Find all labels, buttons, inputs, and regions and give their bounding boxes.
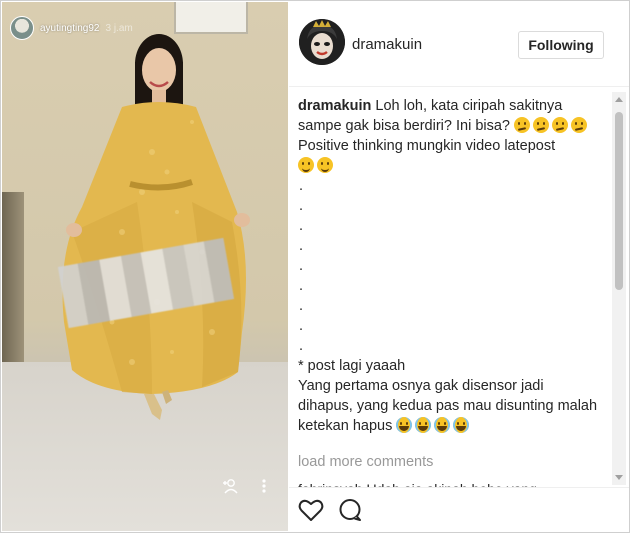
tears-of-joy-icon	[434, 417, 451, 433]
dot-line: .	[299, 178, 304, 194]
story-header: ayutingting92 3 j.am	[10, 16, 133, 40]
thinking-emoji-group	[514, 117, 590, 134]
dot-line: .	[299, 238, 304, 254]
joy-emoji-group	[396, 417, 472, 434]
thinking-face-icon	[552, 117, 569, 133]
following-button[interactable]: Following	[518, 31, 604, 59]
dot-line: .	[299, 298, 304, 314]
post-panel: dramakuin Following dramakuin Loh loh, k…	[289, 2, 629, 531]
scroll-down-icon[interactable]	[615, 475, 623, 480]
smiling-face-icon	[298, 157, 314, 173]
story-username[interactable]: ayutingting92	[40, 23, 100, 34]
story-controls	[222, 478, 266, 494]
tears-of-joy-icon	[415, 417, 432, 433]
load-more-comments-link[interactable]: load more comments	[298, 454, 433, 470]
heart-icon[interactable]	[298, 498, 324, 522]
post-window: ayutingting92 3 j.am dramakuin Following…	[0, 0, 630, 533]
comments-scrollbar[interactable]	[612, 92, 626, 485]
story-video[interactable]: ayutingting92 3 j.am	[2, 2, 288, 531]
dot-line: .	[299, 278, 304, 294]
dot-line: .	[299, 218, 304, 234]
dot-line: .	[299, 198, 304, 214]
smiling-face-icon	[317, 157, 333, 173]
tears-of-joy-icon	[453, 417, 470, 433]
comment-author[interactable]: dramakuin	[298, 98, 371, 114]
thinking-face-icon	[571, 117, 588, 133]
tears-of-joy-icon	[396, 417, 413, 433]
story-timestamp: 3 j.am	[105, 22, 133, 34]
dot-line: .	[299, 338, 304, 354]
caption-comment: dramakuin Loh loh, kata ciripah sakitnya…	[298, 96, 598, 484]
add-person-icon[interactable]	[222, 478, 240, 494]
story-avatar[interactable]	[10, 16, 34, 40]
dot-line: .	[299, 318, 304, 334]
comment-line-3: * post lagi yaaah	[298, 358, 406, 374]
comment-line-2: Positive thinking mungkin video latepost	[298, 138, 556, 154]
thinking-face-icon	[533, 117, 550, 133]
thinking-face-icon	[514, 117, 531, 133]
dot-line: .	[299, 258, 304, 274]
post-username[interactable]: dramakuin	[352, 36, 422, 53]
action-bar	[289, 487, 629, 532]
scrollbar-thumb[interactable]	[615, 112, 623, 290]
post-header: dramakuin Following	[289, 2, 629, 87]
profile-avatar[interactable]	[299, 19, 345, 65]
more-vertical-icon[interactable]	[262, 479, 266, 493]
scroll-up-icon[interactable]	[615, 97, 623, 102]
comment-icon[interactable]	[338, 498, 362, 522]
